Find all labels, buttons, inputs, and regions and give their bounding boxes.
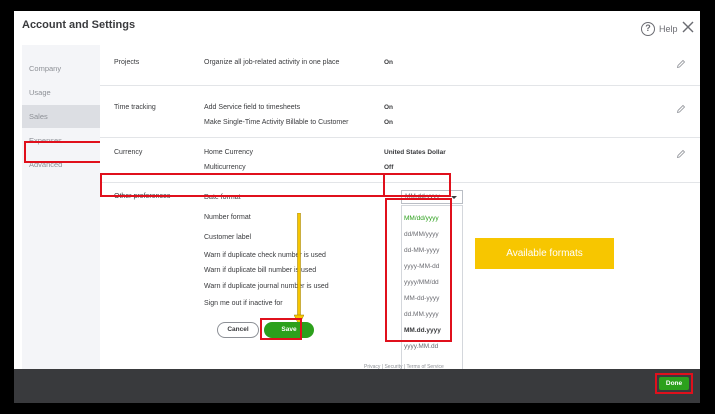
multicurrency-value: Off bbox=[384, 164, 394, 171]
multicurrency-label: Multicurrency bbox=[204, 164, 246, 171]
divider bbox=[100, 137, 700, 138]
sidebar-item-usage[interactable]: Usage bbox=[22, 81, 100, 104]
currency-section-title: Currency bbox=[114, 149, 143, 156]
home-currency-label: Home Currency bbox=[204, 149, 254, 156]
date-format-option[interactable]: yyyy.MM.dd bbox=[404, 343, 438, 350]
projects-section-title: Projects bbox=[114, 59, 140, 66]
settings-header: Account and Settings ? Help bbox=[14, 11, 700, 45]
save-highlight-box bbox=[260, 318, 302, 340]
available-formats-callout: Available formats bbox=[475, 238, 614, 269]
help-label: Help bbox=[659, 24, 678, 34]
service-field-value: On bbox=[384, 104, 394, 111]
callout-text: Available formats bbox=[506, 248, 583, 259]
projects-setting-label: Organize all job-related activity in one… bbox=[204, 59, 340, 66]
sidebar-item-sales[interactable]: Sales bbox=[22, 105, 100, 128]
time-tracking-edit-pencil-icon[interactable] bbox=[676, 104, 686, 114]
service-field-setting-label: Add Service field to timesheets bbox=[204, 104, 301, 111]
advanced-highlight-box bbox=[24, 141, 103, 163]
number-format-label: Number format bbox=[204, 214, 251, 221]
cancel-button[interactable]: Cancel bbox=[217, 322, 259, 338]
settings-sidebar: Company Usage Sales Expenses Advanced bbox=[22, 45, 100, 369]
settings-window: Account and Settings ? Help Company Usag… bbox=[14, 11, 700, 403]
billable-setting-label: Make Single-Time Activity Billable to Cu… bbox=[204, 119, 349, 126]
duplicate-journal-label: Warn if duplicate journal number is used bbox=[204, 283, 329, 290]
billable-value: On bbox=[384, 119, 394, 126]
dropdown-highlight-box bbox=[385, 198, 452, 342]
duplicate-check-label: Warn if duplicate check number is used bbox=[204, 252, 326, 259]
currency-edit-pencil-icon[interactable] bbox=[676, 149, 686, 159]
close-icon[interactable] bbox=[681, 20, 695, 34]
sign-out-inactive-label: Sign me out if inactive for bbox=[204, 300, 283, 307]
divider bbox=[100, 85, 700, 86]
projects-edit-pencil-icon[interactable] bbox=[676, 59, 686, 69]
sidebar-item-company[interactable]: Company bbox=[22, 57, 100, 80]
help-circle-icon: ? bbox=[641, 22, 655, 36]
date-format-highlight-box bbox=[383, 173, 451, 197]
bottom-bar bbox=[14, 369, 700, 403]
time-tracking-section-title: Time tracking bbox=[114, 104, 156, 111]
home-currency-value: United States Dollar bbox=[384, 149, 446, 156]
done-highlight-box bbox=[655, 373, 693, 394]
help-button[interactable]: ? Help bbox=[641, 22, 678, 36]
page-title: Account and Settings bbox=[22, 19, 136, 31]
arrow-down-icon bbox=[294, 213, 304, 325]
projects-value: On bbox=[384, 59, 394, 66]
customer-label-label: Customer label bbox=[204, 234, 252, 241]
